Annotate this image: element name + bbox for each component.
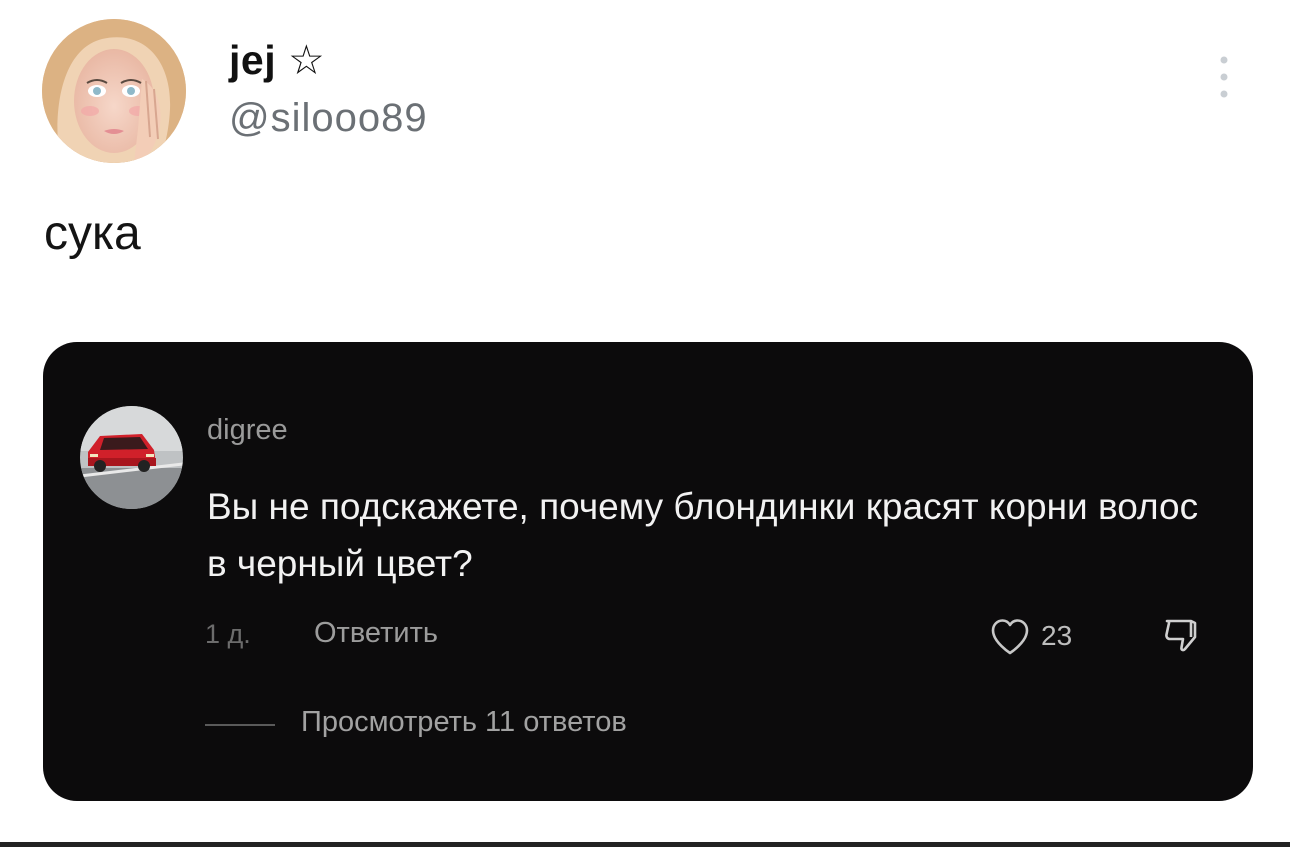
comment-text: Вы не подскажете, почему блондинки крася… [207, 486, 1199, 584]
commenter-name[interactable]: digree [207, 416, 288, 445]
reply-button[interactable]: Ответить [314, 619, 438, 648]
view-replies-button[interactable]: Просмотреть 11 ответов [301, 708, 627, 737]
bottom-divider [0, 842, 1290, 847]
author-display-name[interactable]: jej ☆ [229, 40, 325, 81]
post-text: сука [44, 207, 141, 260]
dislike-button[interactable] [1161, 615, 1203, 657]
like-button[interactable] [989, 617, 1031, 657]
quoted-comment-card[interactable]: digree Вы не подскажете, почему блондинк… [43, 342, 1253, 801]
author-avatar[interactable] [42, 19, 186, 163]
comment-time: 1 д. [205, 619, 251, 649]
like-count: 23 [1041, 620, 1073, 651]
replies-divider [205, 724, 275, 726]
heart-icon [991, 619, 1029, 655]
commenter-avatar-image [80, 406, 183, 509]
thumbs-down-icon [1165, 619, 1197, 652]
author-handle[interactable]: @silooo89 [229, 98, 428, 138]
page: jej ☆ @silooo89 сука digree Вы не подска… [0, 0, 1290, 847]
commenter-avatar[interactable] [80, 406, 183, 509]
more-vertical-icon [1220, 56, 1228, 98]
more-options-button[interactable] [1210, 52, 1238, 102]
author-avatar-image [42, 19, 186, 163]
